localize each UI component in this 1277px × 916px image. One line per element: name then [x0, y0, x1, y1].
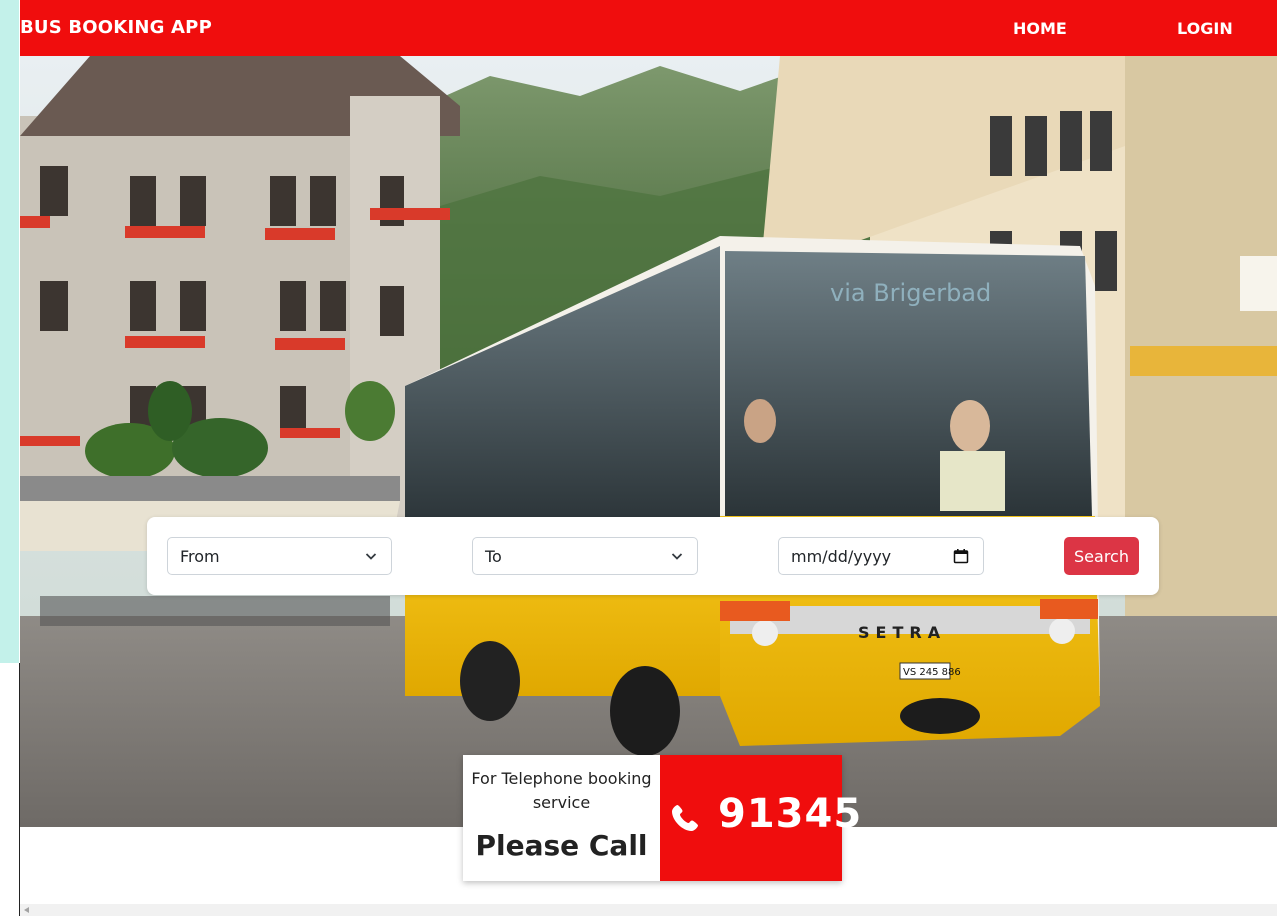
license-plate: VS 245 886 [903, 667, 961, 678]
horizontal-scrollbar[interactable] [20, 904, 1277, 916]
bus-destination-sign: via Brigerbad [830, 279, 991, 307]
from-select[interactable]: From [167, 537, 392, 575]
call-number-panel[interactable]: 91345 [660, 755, 861, 881]
date-input[interactable]: mm/dd/yyyy [778, 537, 984, 575]
telephone-booking-note: For Telephone booking service [471, 769, 652, 812]
navbar: BUS BOOKING APP HOME LOGIN [20, 0, 1277, 56]
phone-icon [672, 805, 698, 831]
scroll-left-arrow-icon[interactable] [24, 907, 29, 913]
brand-title[interactable]: BUS BOOKING APP [20, 17, 212, 38]
search-button[interactable]: Search [1064, 537, 1139, 575]
nav-login-link[interactable]: LOGIN [1177, 19, 1233, 38]
search-card: From To mm/dd/yyyy Search [147, 517, 1159, 595]
to-select[interactable]: To [472, 537, 698, 575]
chevron-down-icon [671, 553, 683, 560]
call-info-panel: For Telephone booking service Please Cal… [463, 755, 660, 881]
calendar-icon[interactable] [953, 548, 969, 564]
chevron-down-icon [365, 553, 377, 560]
left-accent-strip [0, 0, 19, 663]
hero-bus-image: via Brigerbad SETRA VS 245 886 [20, 56, 1277, 827]
date-input-placeholder: mm/dd/yyyy [791, 547, 892, 566]
nav-home-link[interactable]: HOME [1013, 19, 1067, 38]
please-call-heading: Please Call [475, 829, 648, 862]
from-select-label: From [180, 547, 220, 566]
to-select-label: To [485, 547, 502, 566]
phone-number: 91345 [718, 791, 863, 837]
bus-brand: SETRA [858, 623, 946, 642]
telephone-booking-box: For Telephone booking service Please Cal… [463, 755, 861, 881]
